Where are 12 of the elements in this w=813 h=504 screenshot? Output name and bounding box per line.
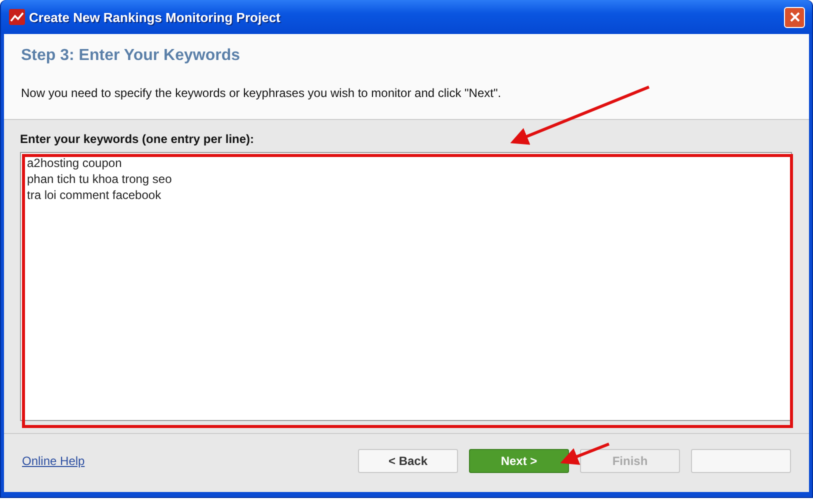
- close-button[interactable]: [784, 6, 805, 28]
- online-help-link[interactable]: Online Help: [22, 454, 85, 468]
- step-title: Step 3: Enter Your Keywords: [21, 47, 242, 65]
- keywords-label: Enter your keywords (one entry per line):: [20, 132, 256, 146]
- annotation-arrow: [560, 442, 610, 465]
- wizard-button[interactable]: < Back: [358, 449, 458, 473]
- chart-icon: [9, 9, 25, 25]
- step-description: Now you need to specify the keywords or keyphrases you wish to monitor and click "Next".: [21, 86, 502, 100]
- close-icon: [790, 12, 800, 22]
- keywords-field[interactable]: a2hosting coupon phan tich tu khoa trong seo tra loi comment facebook: [20, 152, 792, 421]
- window-title: Create New Rankings Monitoring Project: [29, 10, 282, 24]
- wizard-button[interactable]: Next >: [469, 449, 569, 473]
